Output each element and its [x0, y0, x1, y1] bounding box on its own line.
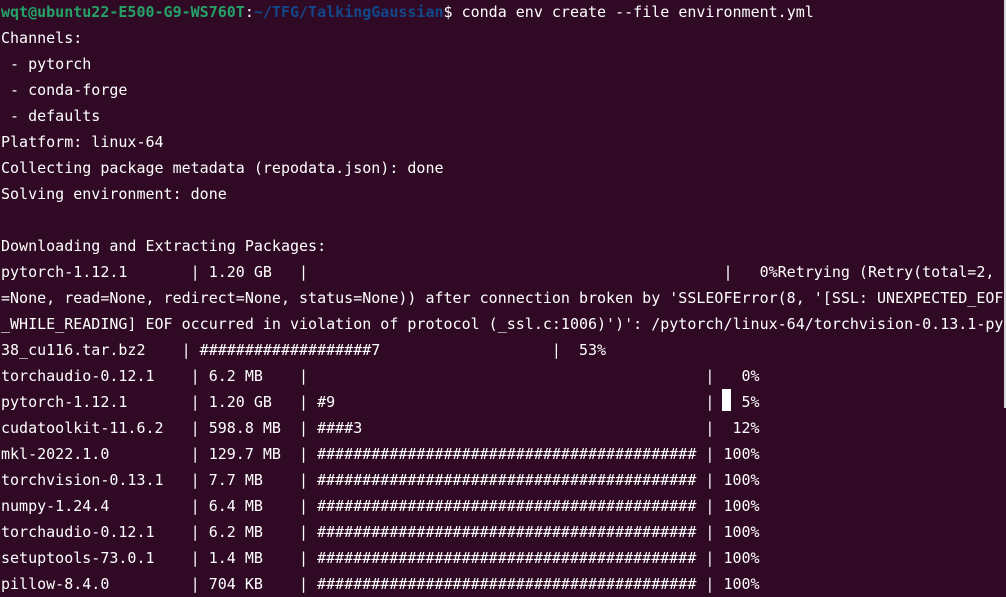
platform-line: Platform: linux-64	[1, 133, 164, 151]
package-row: setuptools-73.0.1 | 1.4 MB | ###########…	[1, 549, 760, 567]
channel-item: - conda-forge	[1, 81, 128, 99]
package-row: torchaudio-0.12.1 | 6.2 MB | | 0%	[1, 367, 760, 385]
package-row: cudatoolkit-11.6.2 | 598.8 MB | ####3 | …	[1, 419, 760, 437]
prompt-user-host: wqt@ubuntu22-E500-G9-WS760T	[1, 3, 245, 21]
package-row: torchaudio-0.12.1 | 6.2 MB | ###########…	[1, 523, 760, 541]
package-row: torchvision-0.13.1 | 7.7 MB | ##########…	[1, 471, 760, 489]
retry-line: 38_cu116.tar.bz2 | ###################7 …	[1, 341, 607, 359]
channel-item: - defaults	[1, 107, 101, 125]
retry-line: pytorch-1.12.1 | 1.20 GB | | 0%Retrying …	[1, 263, 1006, 281]
prompt-path: ~/TFG/TalkingGaussian	[253, 3, 444, 21]
package-row: numpy-1.24.4 | 6.4 MB | ################…	[1, 497, 760, 515]
terminal-window[interactable]: wqt@ubuntu22-E500-G9-WS760T:~/TFG/Talkin…	[0, 0, 1006, 597]
package-row: pytorch-1.12.1 | 1.20 GB | #9 | 5%	[1, 393, 760, 411]
collecting-line: Collecting package metadata (repodata.js…	[1, 159, 444, 177]
text-cursor	[722, 389, 731, 411]
channel-item: - pytorch	[1, 55, 92, 73]
command-text: conda env create --file environment.yml	[452, 3, 814, 21]
prompt-separator: :	[244, 3, 254, 21]
prompt-line: wqt@ubuntu22-E500-G9-WS760T:~/TFG/Talkin…	[1, 0, 814, 25]
package-row: mkl-2022.1.0 | 129.7 MB | ##############…	[1, 445, 760, 463]
retry-line: =None, read=None, redirect=None, status=…	[1, 289, 1004, 307]
prompt-symbol: $	[443, 3, 453, 21]
package-row: pillow-8.4.0 | 704 KB | ################…	[1, 575, 760, 593]
retry-line: _WHILE_READING] EOF occurred in violatio…	[1, 315, 1004, 333]
channels-header: Channels:	[1, 29, 83, 47]
solving-line: Solving environment: done	[1, 185, 227, 203]
downloading-header: Downloading and Extracting Packages:	[1, 237, 327, 255]
